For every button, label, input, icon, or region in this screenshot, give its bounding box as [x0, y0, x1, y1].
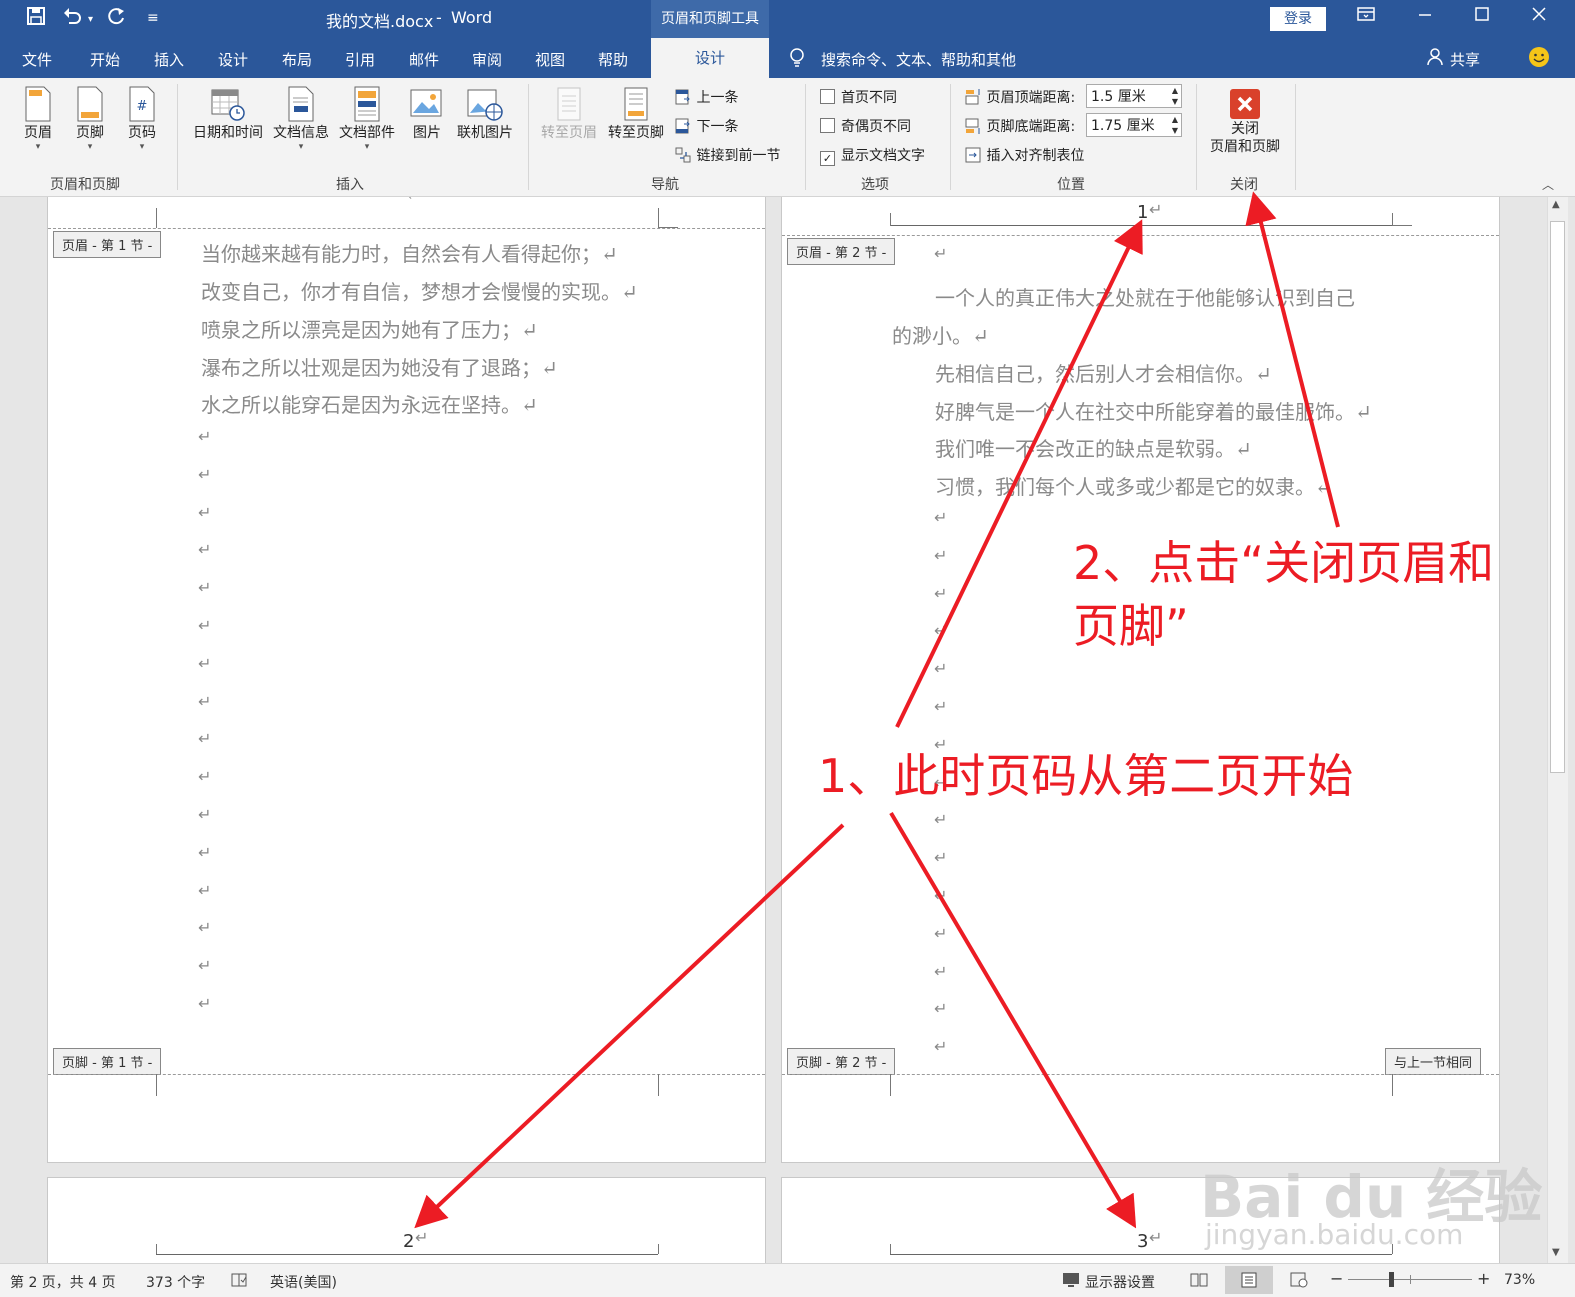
arrow-to-close-button [1245, 191, 1340, 528]
arrow-to-page-number-2 [414, 823, 845, 1229]
zoom-slider-thumb[interactable] [1389, 1272, 1394, 1287]
status-bar: 第 2 页，共 4 页 373 个字 英语(美国) 显示器设置 − + 73% [0, 1263, 1575, 1297]
zoom-out-icon[interactable]: − [1330, 1269, 1343, 1288]
zoom-in-icon[interactable]: + [1477, 1269, 1490, 1288]
annotation-arrows [414, 191, 1340, 1229]
read-mode-icon[interactable] [1190, 1272, 1208, 1292]
proofing-icon[interactable] [230, 1272, 248, 1292]
print-layout-icon [1241, 1272, 1257, 1288]
annotation-step2-line1: 2、点击“关闭页眉和 [1073, 536, 1495, 590]
watermark-url: jingyan.baidu.com [1205, 1218, 1464, 1251]
annotation-step1: 1、此时页码从第二页开始 [818, 749, 1354, 803]
page-count[interactable]: 第 2 页，共 4 页 [10, 1272, 116, 1292]
display-settings-button[interactable]: 显示器设置 [1085, 1272, 1155, 1292]
zoom-level[interactable]: 73% [1504, 1272, 1535, 1288]
annotation-step2-line2: 页脚” [1073, 599, 1189, 653]
web-layout-icon[interactable] [1290, 1272, 1308, 1292]
language[interactable]: 英语(美国) [270, 1272, 337, 1292]
arrow-to-page-number-3 [889, 811, 1137, 1229]
display-settings-icon[interactable] [1062, 1272, 1082, 1292]
word-count[interactable]: 373 个字 [146, 1272, 205, 1292]
print-layout-button[interactable] [1225, 1266, 1273, 1294]
zoom-slider-center-mark [1410, 1275, 1411, 1284]
